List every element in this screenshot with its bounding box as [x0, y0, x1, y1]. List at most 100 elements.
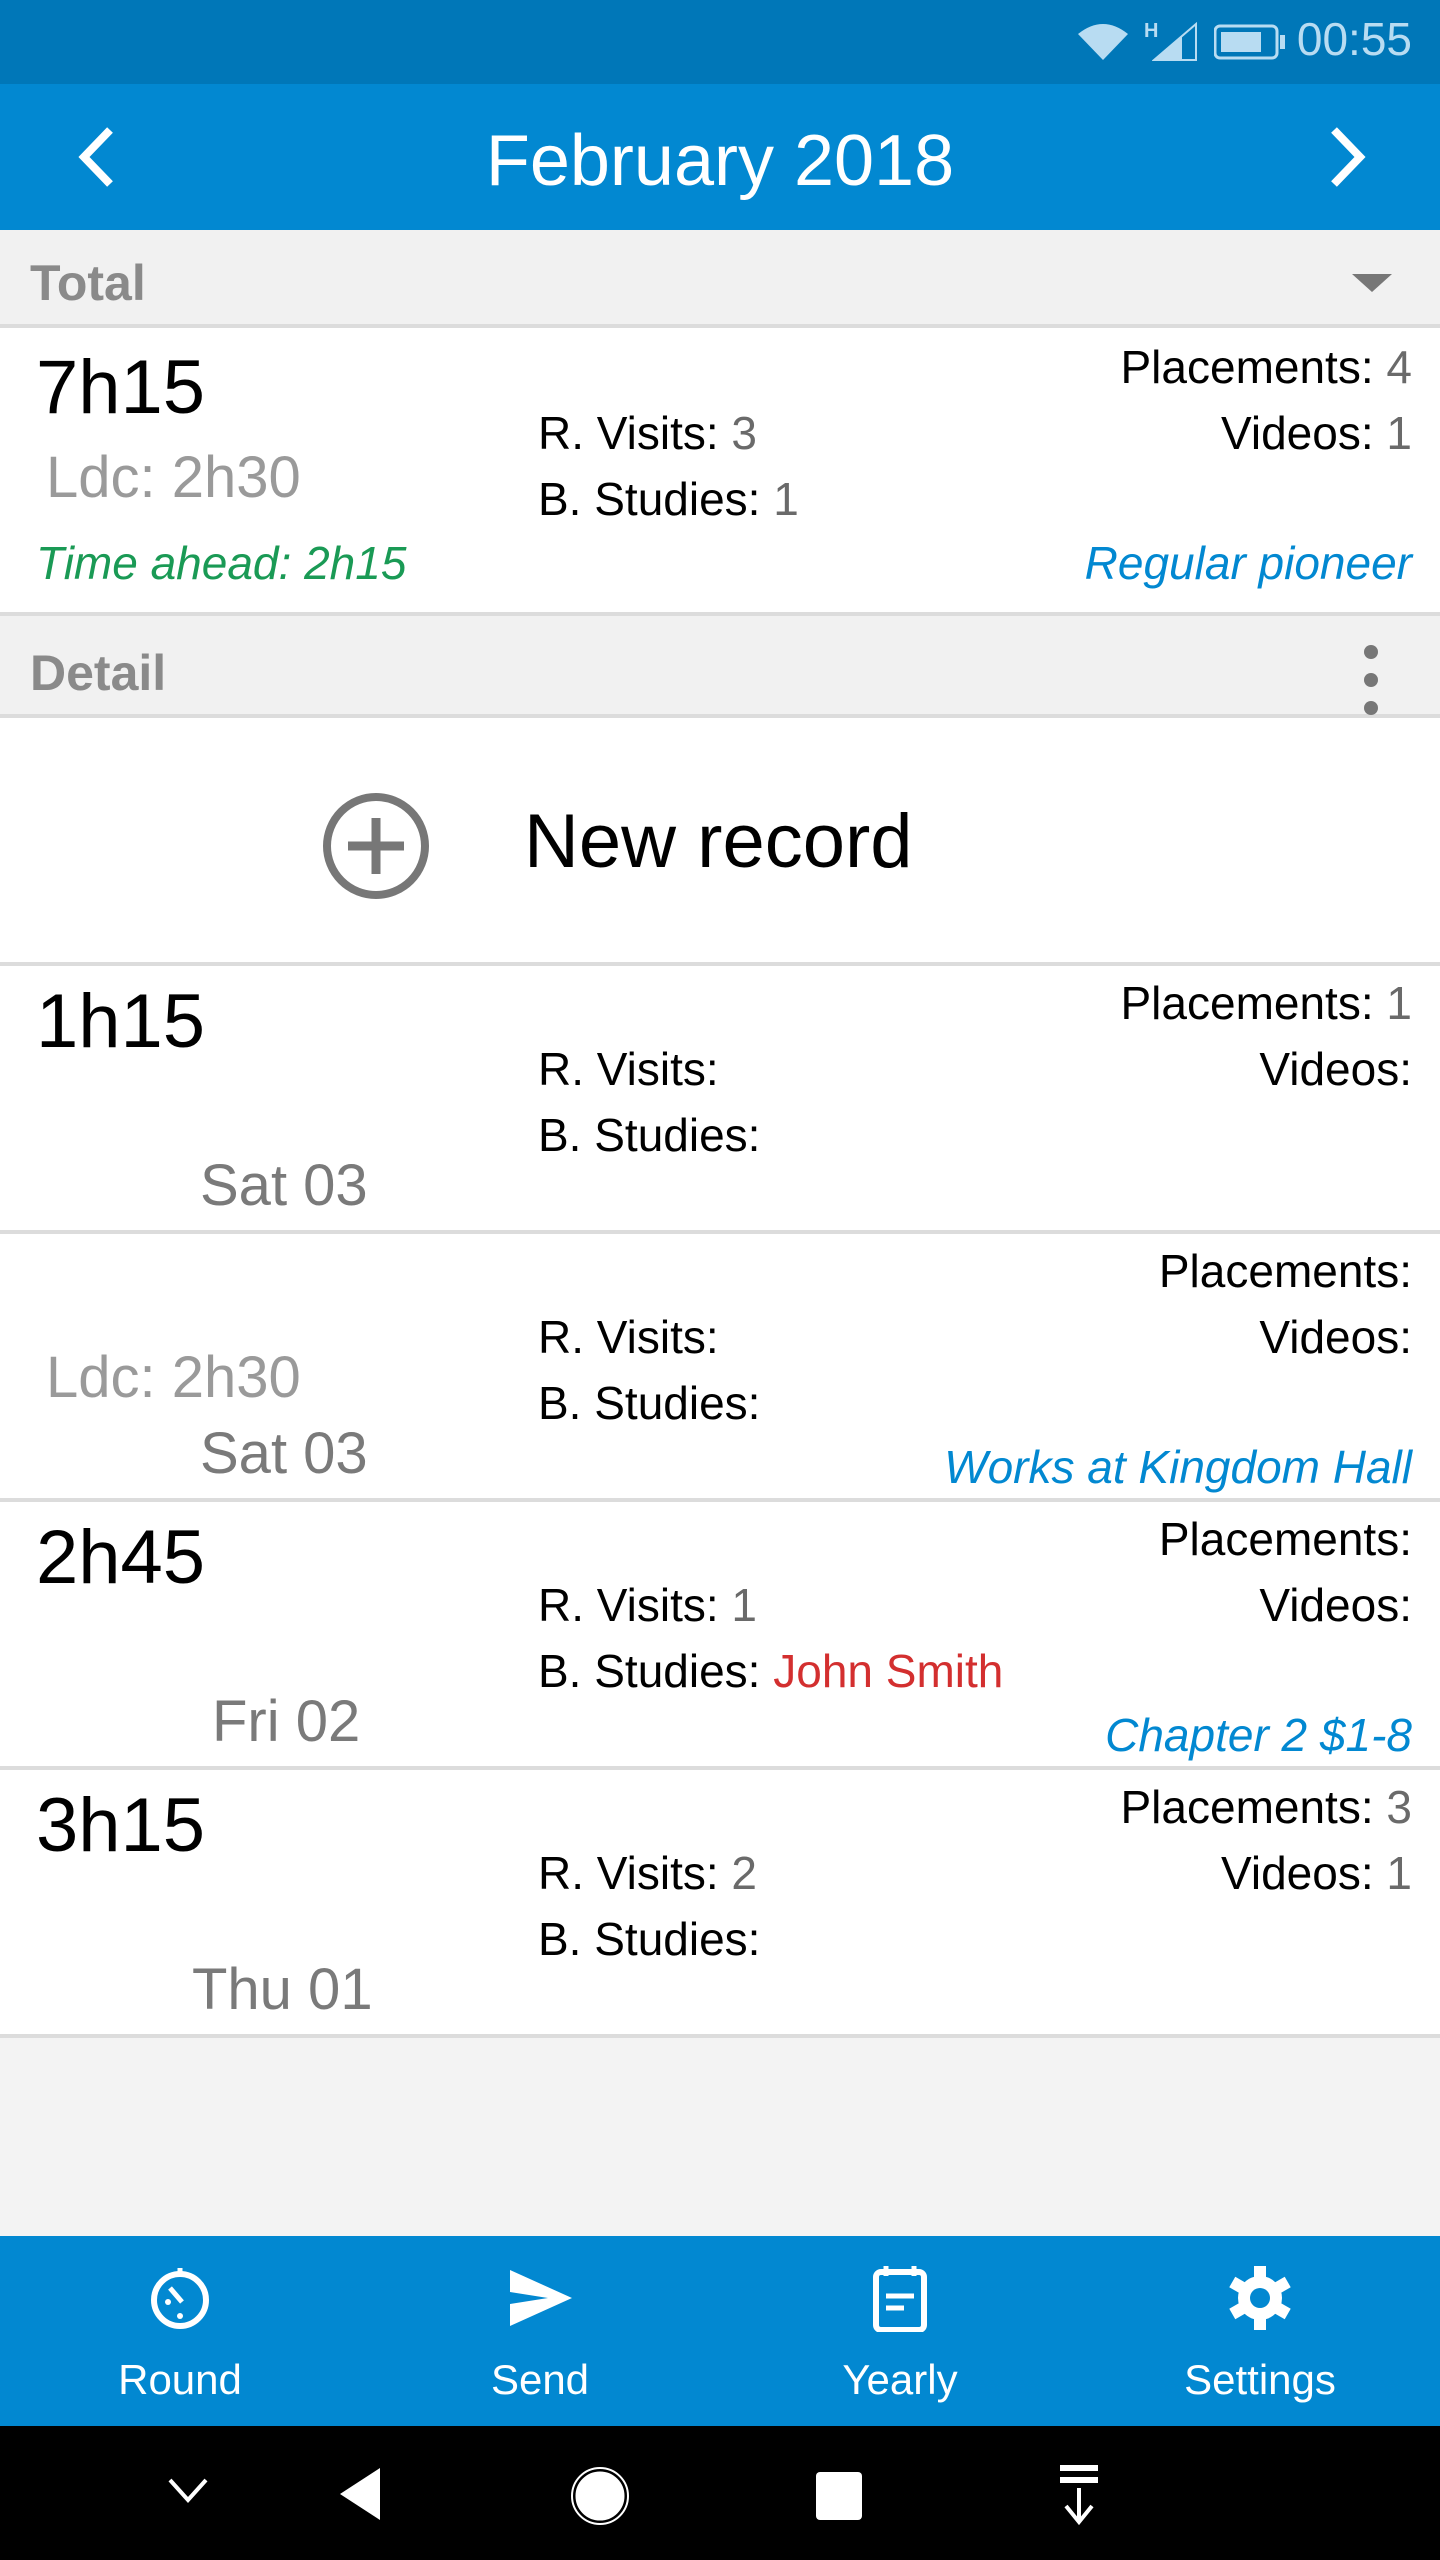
recents-icon[interactable]	[814, 2470, 864, 2522]
record-date: Sat 03	[200, 1153, 368, 1218]
new-record-button[interactable]: New record	[0, 718, 1440, 966]
send-icon	[510, 2270, 572, 2326]
r-visits-value: 3	[731, 407, 758, 459]
system-navigation-bar	[0, 2426, 1440, 2560]
b-studies-label: B. Studies:	[538, 1645, 761, 1697]
gear-icon	[1229, 2266, 1291, 2330]
wifi-icon	[1078, 24, 1128, 60]
r-visits-label: R. Visits:	[538, 1847, 719, 1899]
record-item[interactable]: 2h45 Fri 02 R. Visits: 1 B. Studies: John S…	[0, 1502, 1440, 1770]
nav-settings-label: Settings	[1184, 2356, 1336, 2403]
nav-send[interactable]: Send	[360, 2236, 720, 2426]
nav-yearly[interactable]: Yearly	[720, 2236, 1080, 2426]
notification-pull-icon[interactable]	[1054, 2462, 1104, 2526]
record-item[interactable]: 3h15 Thu 01 R. Visits: 2 B. Studies: Placem…	[0, 1770, 1440, 2038]
nav-round[interactable]: Round	[0, 2236, 360, 2426]
videos-label: Videos:	[1221, 407, 1374, 459]
record-hours: 2h45	[36, 1515, 206, 1600]
total-ldc: Ldc: 2h30	[46, 445, 301, 510]
total-header-label: Total	[30, 255, 146, 311]
placements-label: Placements:	[1158, 1513, 1412, 1565]
more-vert-icon[interactable]	[1356, 642, 1386, 718]
record-item[interactable]: Ldc: 2h30 Sat 03 R. Visits: B. Studies: Pl…	[0, 1234, 1440, 1502]
videos-label: Videos:	[1259, 1311, 1412, 1363]
collapse-icon[interactable]	[166, 2476, 210, 2506]
record-r-visits: R. Visits:	[538, 1310, 719, 1364]
time-ahead: Time ahead: 2h15	[36, 537, 407, 589]
status-bar: H 00:55	[0, 0, 1440, 84]
record-placements: Placements: 3	[1121, 1780, 1413, 1834]
r-visits-label: R. Visits:	[538, 407, 719, 459]
videos-label: Videos:	[1259, 1043, 1412, 1095]
detail-header: Detail	[0, 616, 1440, 718]
total-card: 7h15 Ldc: 2h30 Time ahead: 2h15 R. Visit…	[0, 328, 1440, 616]
nav-yearly-label: Yearly	[842, 2356, 958, 2403]
record-note: Chapter 2 $1-8	[1105, 1709, 1412, 1761]
total-b-studies: B. Studies: 1	[538, 472, 799, 526]
record-date: Thu 01	[192, 1957, 373, 2022]
b-studies-value: 1	[773, 473, 799, 525]
r-visits-label: R. Visits:	[538, 1043, 719, 1095]
b-studies-value: John Smith	[773, 1645, 1004, 1697]
record-videos: Videos:	[1259, 1310, 1412, 1364]
placements-label: Placements:	[1158, 1245, 1412, 1297]
record-videos: Videos:	[1259, 1042, 1412, 1096]
total-header[interactable]: Total	[0, 230, 1440, 328]
r-visits-value: 2	[731, 1847, 758, 1899]
record-b-studies: B. Studies:	[538, 1108, 760, 1162]
total-videos: Videos: 1	[1221, 406, 1412, 460]
record-placements: Placements:	[1159, 1244, 1412, 1298]
placements-value: 4	[1386, 341, 1412, 393]
record-b-studies: B. Studies: John Smith	[538, 1644, 1003, 1698]
videos-value: 1	[1386, 1847, 1412, 1899]
battery-icon	[1214, 24, 1285, 60]
videos-label: Videos:	[1221, 1847, 1374, 1899]
nav-round-label: Round	[118, 2356, 242, 2403]
record-ldc: Ldc: 2h30	[46, 1345, 301, 1410]
triangle-down-icon[interactable]	[1350, 272, 1394, 294]
b-studies-label: B. Studies:	[538, 473, 761, 525]
back-icon[interactable]	[336, 2466, 386, 2522]
home-icon[interactable]	[570, 2466, 630, 2526]
record-videos: Videos: 1	[1221, 1846, 1412, 1900]
chevron-right-icon[interactable]	[1310, 122, 1380, 192]
b-studies-label: B. Studies:	[538, 1913, 761, 1965]
r-visits-value: 1	[731, 1579, 758, 1631]
record-item[interactable]: 1h15 Sat 03 R. Visits: B. Studies: Placeme…	[0, 966, 1440, 1234]
record-r-visits: R. Visits:	[538, 1042, 719, 1096]
record-b-studies: B. Studies:	[538, 1376, 760, 1430]
clock: 00:55	[1296, 13, 1412, 65]
placements-label: Placements:	[1120, 1781, 1374, 1833]
placements-value: 1	[1386, 977, 1412, 1029]
record-date: Fri 02	[212, 1689, 361, 1754]
b-studies-label: B. Studies:	[538, 1377, 761, 1429]
detail-header-label: Detail	[30, 645, 167, 701]
videos-value: 1	[1386, 407, 1412, 459]
record-b-studies: B. Studies:	[538, 1912, 760, 1966]
record-placements: Placements:	[1159, 1512, 1412, 1566]
record-videos: Videos:	[1259, 1578, 1412, 1632]
record-hours: 1h15	[36, 979, 206, 1064]
record-r-visits: R. Visits: 1	[538, 1578, 757, 1632]
r-visits-label: R. Visits:	[538, 1311, 719, 1363]
total-r-visits: R. Visits: 3	[538, 406, 757, 460]
placements-label: Placements:	[1120, 977, 1374, 1029]
placements-value: 3	[1386, 1781, 1412, 1833]
placements-label: Placements:	[1120, 341, 1374, 393]
b-studies-label: B. Studies:	[538, 1109, 761, 1161]
timer-icon	[151, 2268, 209, 2329]
record-hours: 3h15	[36, 1783, 206, 1868]
add-circle-icon	[323, 793, 429, 899]
signal-icon	[1152, 22, 1197, 61]
month-title: February 2018	[485, 121, 955, 201]
nav-settings[interactable]: Settings	[1080, 2236, 1440, 2426]
total-hours: 7h15	[36, 345, 206, 430]
calendar-icon	[873, 2266, 927, 2332]
publisher-status: Regular pioneer	[1084, 537, 1412, 589]
record-date: Sat 03	[200, 1421, 368, 1486]
total-placements: Placements: 4	[1121, 340, 1413, 394]
videos-label: Videos:	[1259, 1579, 1412, 1631]
r-visits-label: R. Visits:	[538, 1579, 719, 1631]
bottom-navigation: Round Send Yearly Settings	[0, 2236, 1440, 2426]
record-r-visits: R. Visits: 2	[538, 1846, 757, 1900]
